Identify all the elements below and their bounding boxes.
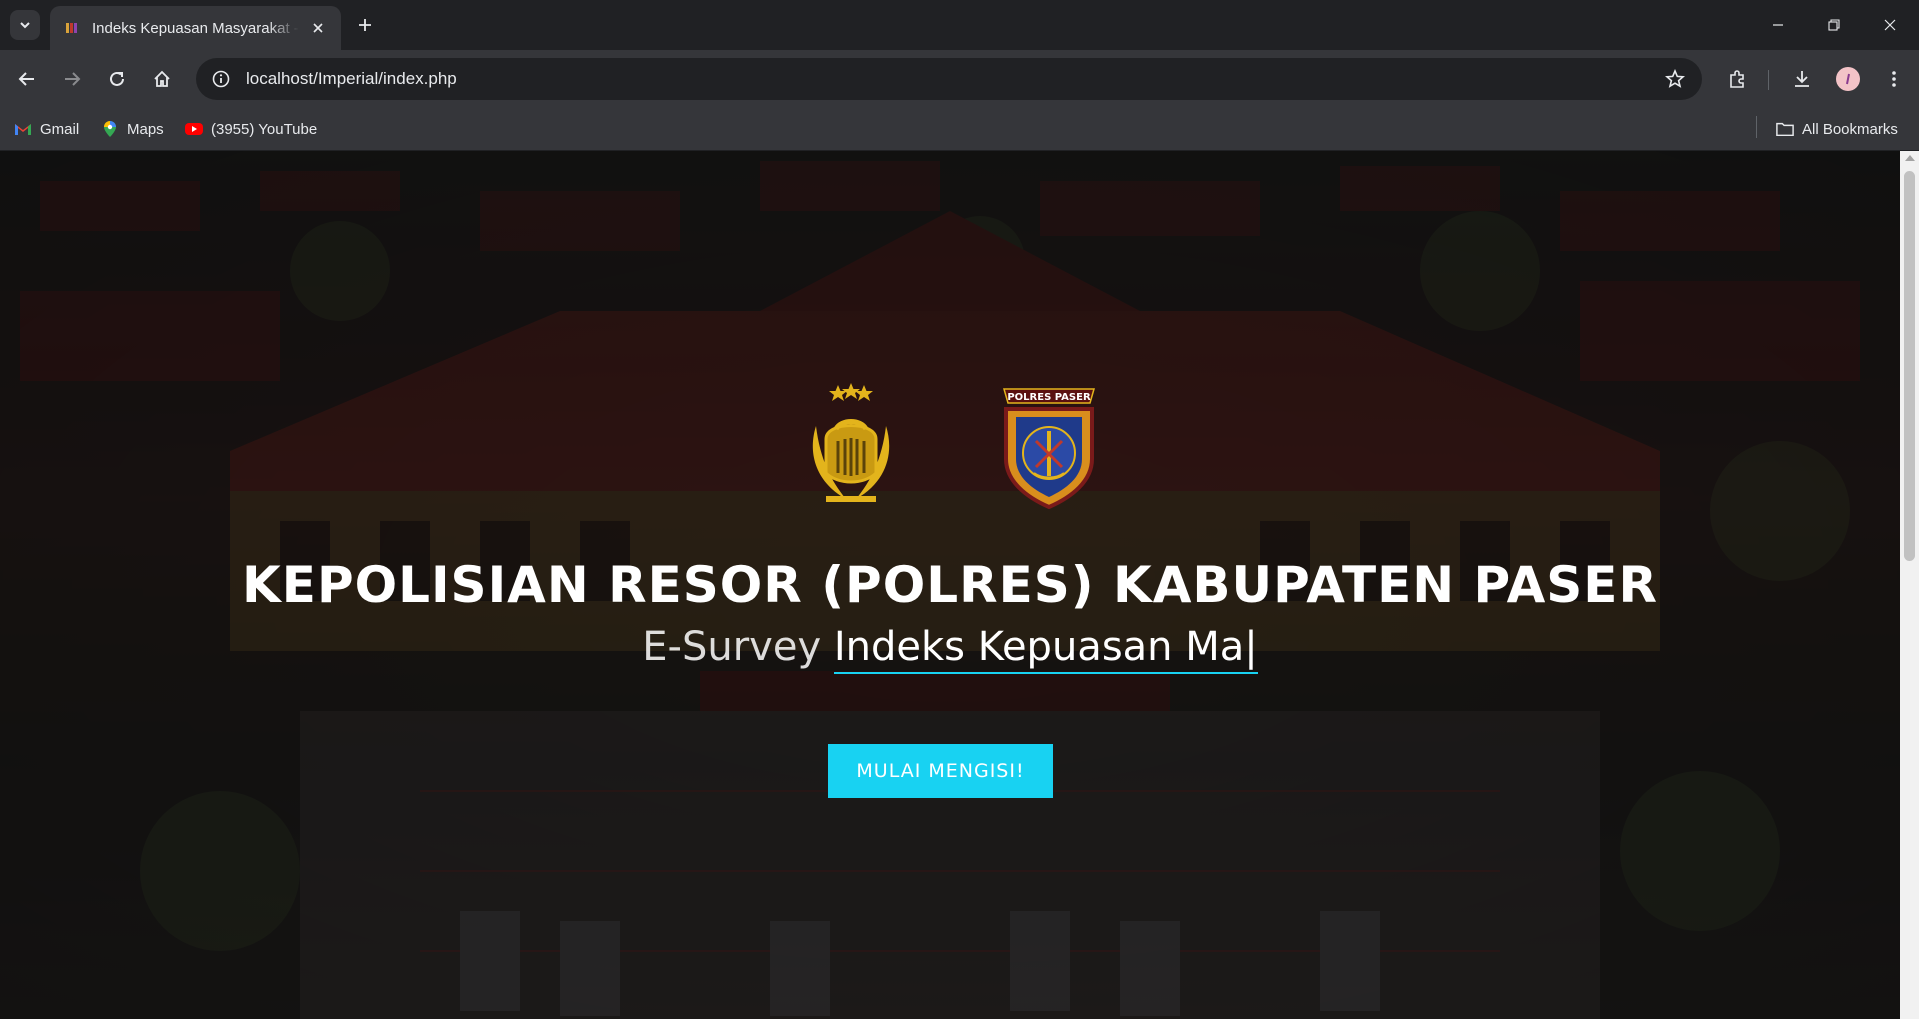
minimize-button[interactable]	[1750, 0, 1806, 50]
home-button[interactable]	[145, 62, 179, 96]
tab-title: Indeks Kepuasan Masyarakat - Polres Pase…	[92, 19, 299, 37]
toolbar-divider	[1768, 70, 1769, 90]
page-title: KEPOLISIAN RESOR (POLRES) KABUPATEN PASE…	[242, 556, 1658, 614]
forward-button[interactable]	[55, 62, 89, 96]
avatar	[1836, 67, 1860, 91]
menu-button[interactable]	[1877, 62, 1911, 96]
address-bar[interactable]: localhost/Imperial/index.php	[196, 58, 1702, 100]
home-icon	[154, 70, 170, 87]
restore-button[interactable]	[1806, 0, 1862, 50]
downloads-button[interactable]	[1785, 62, 1819, 96]
reload-button[interactable]	[100, 62, 134, 96]
page-viewport: POLRES PASER KEPOLISIAN RESOR (POLRES) K…	[0, 151, 1900, 1019]
bookmarks-divider	[1756, 116, 1757, 138]
more-vertical-icon	[1892, 71, 1896, 87]
tab-close-button[interactable]	[307, 17, 329, 39]
all-bookmarks-button[interactable]: All Bookmarks	[1776, 118, 1898, 140]
start-survey-button[interactable]: MULAI MENGISI!	[828, 744, 1053, 798]
scrollbar-thumb[interactable]	[1904, 171, 1915, 561]
bookmark-gmail[interactable]: Gmail	[14, 118, 79, 140]
all-bookmarks-label: All Bookmarks	[1802, 120, 1898, 138]
star-icon	[1665, 69, 1685, 88]
bookmark-maps[interactable]: Maps	[101, 118, 164, 140]
youtube-icon	[185, 120, 203, 138]
plus-icon	[359, 19, 371, 31]
subtitle-prefix: E-Survey	[642, 624, 822, 670]
bookmark-youtube[interactable]: (3955) YouTube	[185, 118, 317, 140]
bookmark-star-button[interactable]	[1660, 64, 1690, 94]
tab-search-button[interactable]	[10, 10, 40, 40]
gmail-icon	[14, 120, 32, 138]
close-window-button[interactable]	[1862, 0, 1918, 50]
typed-text: Indeks Kepuasan Ma|	[833, 624, 1258, 674]
police-emblem-icon	[812, 383, 890, 502]
new-tab-button[interactable]	[350, 10, 380, 40]
polres-paser-badge-icon: POLRES PASER	[1003, 388, 1095, 510]
active-tab[interactable]: Indeks Kepuasan Masyarakat - Polres Pase…	[50, 6, 341, 50]
bookmarks-bar: Gmail Maps (3955) YouTube All Bookmarks	[0, 108, 1919, 151]
page-subtitle: E-Survey Indeks Kepuasan Ma|	[0, 624, 1900, 674]
hero-logos: POLRES PASER	[0, 381, 1900, 511]
tab-strip: Indeks Kepuasan Masyarakat - Polres Pase…	[0, 0, 1919, 50]
back-button[interactable]	[10, 62, 44, 96]
folder-icon	[1776, 120, 1794, 138]
restore-icon	[1828, 19, 1840, 31]
arrow-left-icon	[18, 72, 34, 86]
puzzle-icon	[1730, 70, 1744, 88]
close-icon	[1884, 19, 1896, 31]
extensions-button[interactable]	[1720, 62, 1754, 96]
bookmark-label: Maps	[127, 120, 164, 138]
bookmark-label: (3955) YouTube	[211, 120, 318, 138]
minimize-icon	[1773, 24, 1783, 26]
close-icon	[313, 23, 323, 33]
arrow-right-icon	[65, 72, 81, 86]
download-icon	[1795, 71, 1809, 87]
maps-icon	[101, 120, 119, 138]
badge-text: POLRES PASER	[1007, 392, 1091, 403]
tab-favicon-icon	[64, 20, 80, 36]
url-text[interactable]: localhost/Imperial/index.php	[246, 69, 1660, 89]
page-scrollbar[interactable]	[1900, 151, 1919, 1019]
bookmark-label: Gmail	[40, 120, 80, 138]
site-info-icon[interactable]	[208, 66, 234, 92]
scroll-up-arrow-icon[interactable]	[1905, 155, 1915, 161]
reload-icon	[110, 71, 124, 86]
browser-toolbar: localhost/Imperial/index.php	[0, 50, 1919, 108]
profile-button[interactable]	[1831, 62, 1865, 96]
chevron-down-icon	[20, 22, 30, 29]
